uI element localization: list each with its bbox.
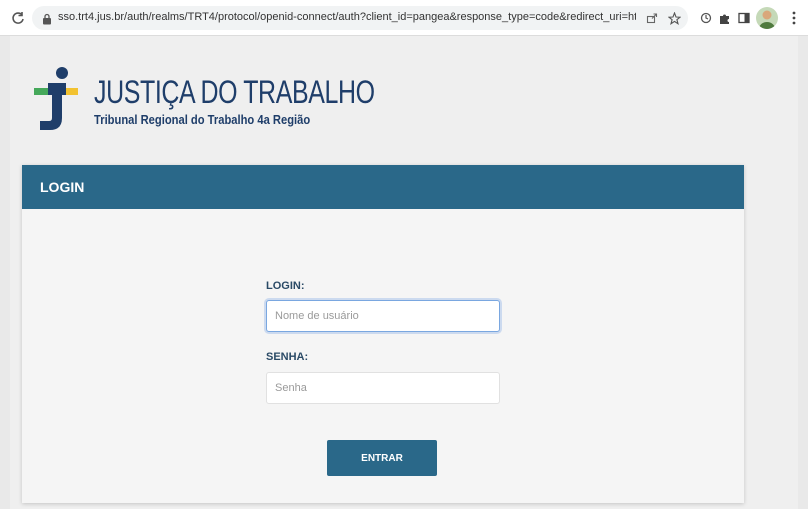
password-field[interactable] (266, 372, 500, 404)
password-label: SENHA: (266, 351, 309, 363)
url-text[interactable]: sso.trt4.jus.br/auth/realms/TRT4/protoco… (58, 11, 636, 23)
menu-icon[interactable] (786, 10, 802, 26)
lock-icon[interactable] (42, 12, 54, 25)
username-label: LOGIN: (266, 280, 305, 292)
brand-subtitle: Tribunal Regional do Trabalho 4a Região (94, 112, 311, 127)
submit-button[interactable]: ENTRAR (327, 440, 437, 476)
star-icon[interactable] (666, 10, 682, 26)
page: JUSTIÇA DO TRABALHO Tribunal Regional do… (10, 36, 798, 509)
avatar[interactable] (756, 7, 778, 29)
brand-title: JUSTIÇA DO TRABALHO (94, 74, 375, 110)
extension-icon[interactable] (698, 10, 714, 26)
login-card: LOGIN LOGIN: SENHA: ENTRAR (22, 165, 744, 503)
justica-do-trabalho-logo-icon (32, 66, 78, 132)
address-bar[interactable]: sso.trt4.jus.br/auth/realms/TRT4/protoco… (32, 6, 688, 30)
card-title: LOGIN (40, 179, 85, 195)
browser-toolbar: sso.trt4.jus.br/auth/realms/TRT4/protoco… (0, 0, 808, 36)
username-field[interactable] (266, 300, 500, 332)
card-header: LOGIN (22, 165, 744, 209)
share-icon[interactable] (644, 10, 660, 26)
puzzle-icon[interactable] (716, 10, 732, 26)
reload-icon[interactable] (8, 8, 28, 28)
side-panel-icon[interactable] (736, 10, 752, 26)
